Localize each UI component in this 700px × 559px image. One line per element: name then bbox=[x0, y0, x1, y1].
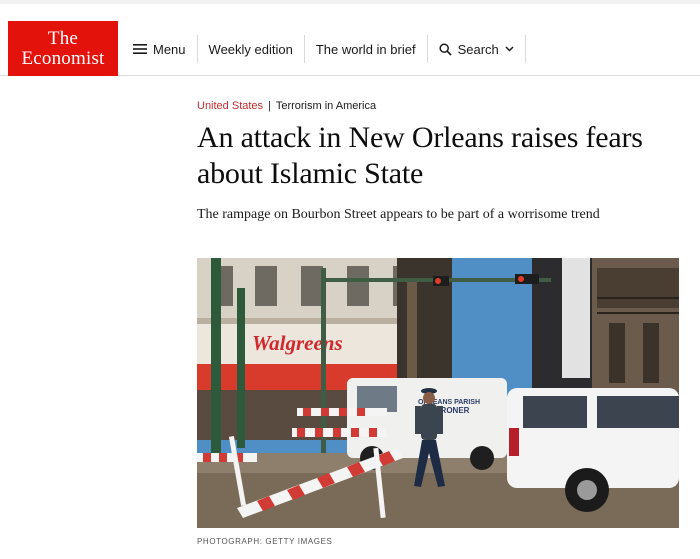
logo-line-2: Economist bbox=[21, 48, 105, 69]
article-rubric: United States | Terrorism in America bbox=[197, 100, 376, 112]
search-label: Search bbox=[457, 41, 499, 57]
chevron-down-icon bbox=[505, 46, 514, 52]
main-nav: Menu Weekly edition The world in brief S… bbox=[118, 35, 526, 63]
top-rule bbox=[0, 0, 700, 4]
article-headline: An attack in New Orleans raises fears ab… bbox=[197, 121, 643, 190]
economist-logo[interactable]: The Economist bbox=[8, 21, 118, 76]
weekly-edition-label: Weekly edition bbox=[208, 41, 293, 57]
hamburger-icon bbox=[133, 43, 147, 55]
logo-line-1: The bbox=[47, 28, 79, 49]
photo-credit: Photograph: Getty Images bbox=[197, 537, 333, 546]
topic-link[interactable]: Terrorism in America bbox=[276, 100, 376, 112]
search-icon bbox=[439, 42, 452, 56]
article-subheadline: The rampage on Bourbon Street appears to… bbox=[197, 207, 600, 222]
world-in-brief-label: The world in brief bbox=[315, 41, 416, 57]
menu-button[interactable]: Menu bbox=[118, 35, 198, 63]
article-photo: Walgreens ORLEANS PARISH CORONER bbox=[197, 258, 679, 528]
weekly-edition-link[interactable]: Weekly edition bbox=[198, 35, 305, 63]
store-sign-text: Walgreens bbox=[252, 331, 343, 355]
masthead: The Economist Menu Weekly edition The wo… bbox=[0, 14, 700, 76]
world-in-brief-link[interactable]: The world in brief bbox=[305, 35, 428, 63]
section-link[interactable]: United States bbox=[197, 100, 263, 112]
menu-label: Menu bbox=[153, 41, 186, 57]
rubric-separator: | bbox=[268, 100, 271, 112]
search-button[interactable]: Search bbox=[428, 35, 526, 63]
